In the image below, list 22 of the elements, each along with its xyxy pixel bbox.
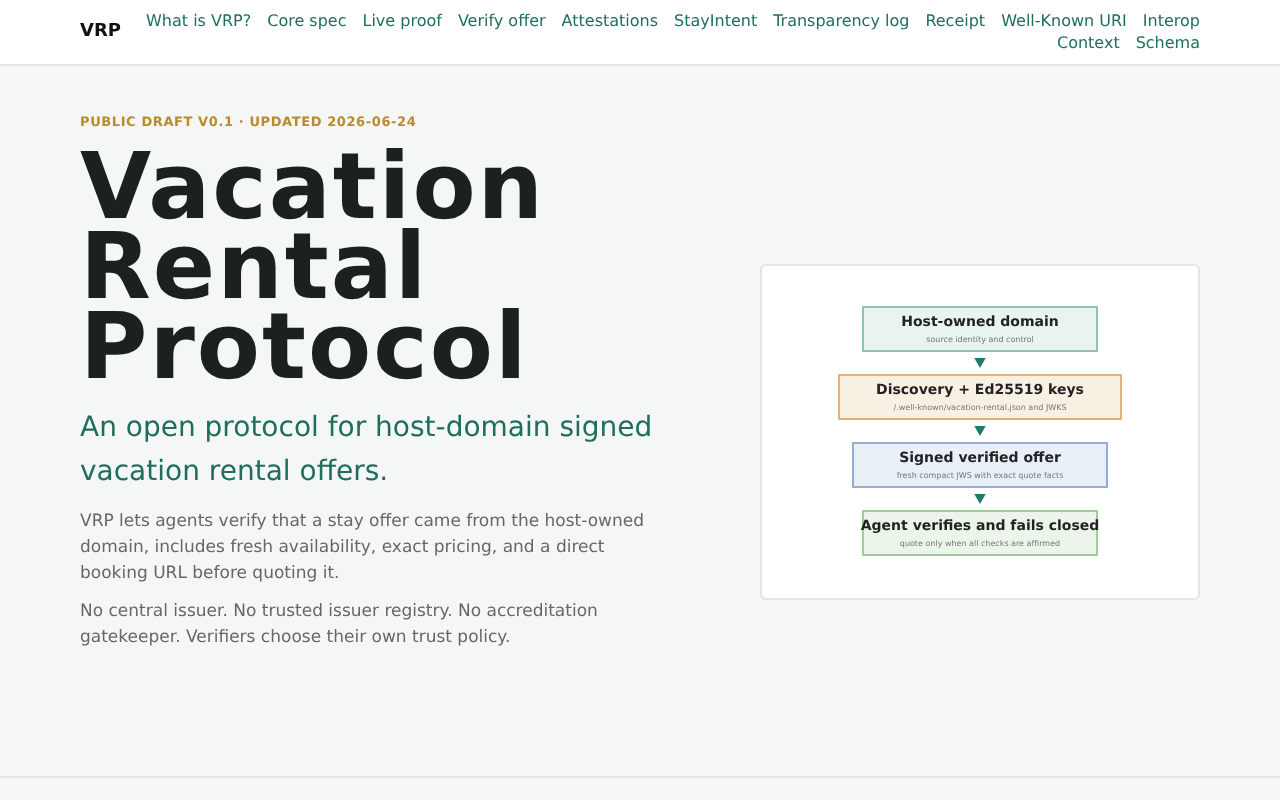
arrow-down-icon	[974, 358, 986, 368]
nav-link[interactable]: Verify offer	[457, 12, 546, 30]
nav-link[interactable]: What is VRP?	[146, 12, 252, 30]
nav-link[interactable]: Context	[1056, 34, 1120, 52]
nav-link[interactable]: Schema	[1135, 34, 1200, 52]
arrow-down-icon	[974, 494, 986, 504]
lead-text: An open protocol for host-domain signed vacation rental offers.	[80, 410, 655, 492]
page-title: Protocol	[80, 306, 529, 386]
nav-link[interactable]: StayIntent	[674, 12, 758, 30]
nav-link[interactable]: Receipt	[925, 12, 986, 30]
nav-link[interactable]: Attestations	[561, 12, 659, 30]
body-text: No central issuer. No trusted issuer registry. No accreditation gatekeeper. Verifiers choose their own trust policy.	[80, 600, 600, 652]
page-title: Rental	[80, 226, 429, 306]
nav-link[interactable]: Core spec	[267, 12, 347, 30]
body-text: VRP lets agents verify that a stay offer came from the host-owned domain, includes fresh availability, exact pricing, and a direct booking URL before quoting it.	[80, 510, 647, 588]
arrow-down-icon	[974, 426, 986, 436]
nav-link[interactable]: Well-Known URI	[1001, 12, 1127, 30]
brand-logo[interactable]: VRP	[80, 22, 121, 42]
nav-link[interactable]: Live proof	[362, 12, 442, 30]
nav-link[interactable]: Transparency log	[773, 12, 910, 30]
page-title: Vacation	[80, 146, 546, 226]
nav-link[interactable]: Interop	[1142, 12, 1200, 30]
